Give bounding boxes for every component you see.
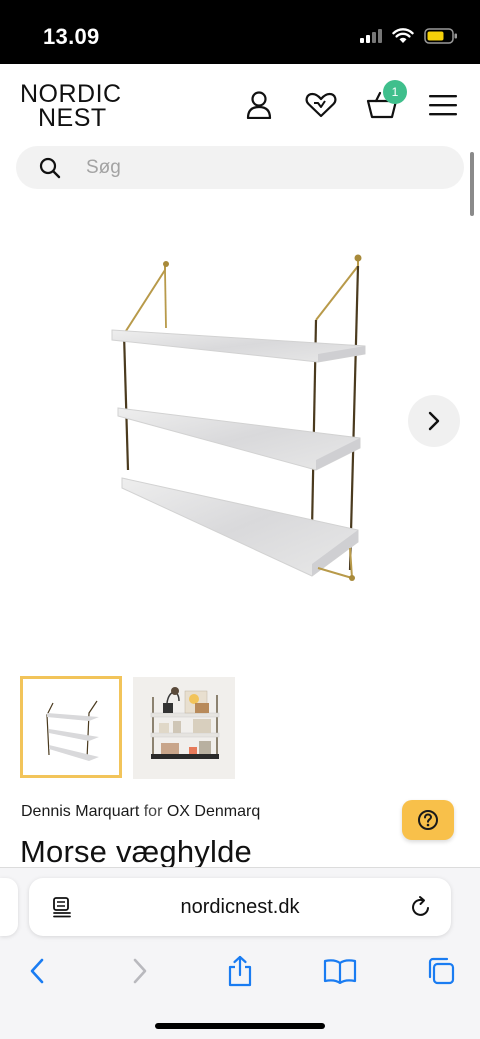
bookmarks-button[interactable] — [323, 954, 357, 988]
url-text: nordicnest.dk — [180, 895, 300, 918]
account-button[interactable] — [242, 88, 276, 122]
book-icon — [323, 959, 357, 984]
back-button[interactable] — [20, 954, 54, 988]
site-header: NORDIC NEST 1 — [0, 64, 480, 144]
cart-count-badge: 1 — [383, 80, 407, 104]
chevron-right-icon — [428, 411, 440, 431]
nordic-nest-logo[interactable]: NORDIC NEST — [20, 82, 122, 132]
home-indicator[interactable] — [155, 1023, 325, 1029]
chevron-right-icon — [133, 958, 147, 984]
designer-for: for — [143, 803, 163, 820]
heart-icon — [305, 92, 337, 118]
user-icon — [246, 91, 272, 119]
search-bar[interactable] — [16, 146, 464, 189]
tabs-button[interactable] — [424, 954, 458, 988]
question-icon — [418, 810, 438, 830]
thumbnail-1[interactable] — [20, 676, 122, 778]
status-bar: 13.09 — [0, 0, 480, 64]
logo-line-2: NEST — [38, 104, 107, 132]
share-button[interactable] — [223, 954, 257, 988]
product-designer: Dennis Marquart for OX Denmarq — [21, 803, 260, 821]
battery-icon — [424, 28, 457, 44]
reader-icon[interactable] — [51, 896, 73, 918]
share-icon — [228, 955, 252, 987]
designer-name[interactable]: Dennis Marquart — [21, 803, 139, 820]
reload-icon[interactable] — [409, 895, 433, 919]
status-time: 13.09 — [43, 24, 100, 49]
previous-tab-card[interactable] — [0, 878, 18, 936]
shelf-illustration — [111, 254, 366, 581]
thumbnail-2[interactable] — [133, 677, 235, 779]
brand-name[interactable]: OX Denmarq — [167, 803, 260, 820]
shelf-thumbnail — [46, 700, 99, 761]
browser-nav-toolbar — [0, 946, 480, 992]
status-icons — [360, 28, 458, 44]
product-title: Morse væghylde — [20, 834, 252, 869]
styled-shelf-thumbnail — [133, 677, 235, 779]
search-input[interactable] — [86, 156, 416, 179]
hamburger-icon — [429, 95, 457, 116]
product-image[interactable] — [0, 230, 480, 650]
browser-toolbar: nordicnest.dk — [0, 867, 480, 1039]
forward-button[interactable] — [123, 954, 157, 988]
chevron-left-icon — [30, 958, 44, 984]
cart-button[interactable]: 1 — [365, 80, 407, 122]
signal-icon — [360, 29, 382, 43]
next-image-button[interactable] — [408, 395, 460, 447]
wifi-icon — [392, 28, 414, 43]
menu-button[interactable] — [426, 88, 460, 122]
wishlist-button[interactable] — [304, 88, 338, 122]
search-icon — [39, 157, 61, 178]
scrollbar[interactable] — [470, 152, 474, 216]
address-bar[interactable]: nordicnest.dk — [29, 878, 451, 936]
tabs-icon — [428, 957, 455, 985]
help-button[interactable] — [402, 800, 454, 840]
